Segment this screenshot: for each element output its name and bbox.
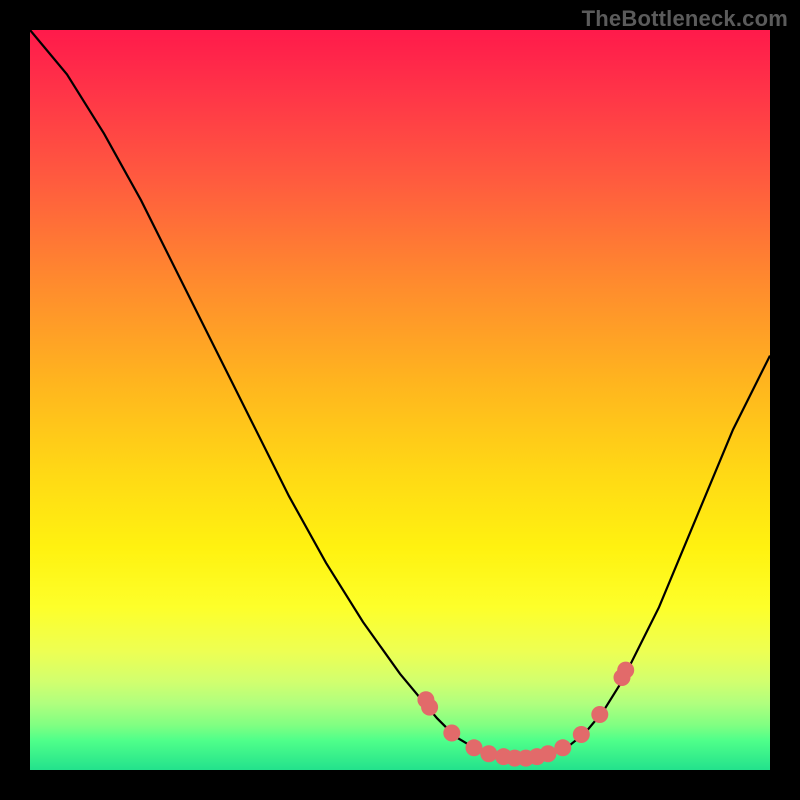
plot-area	[30, 30, 770, 770]
curve-markers	[417, 662, 634, 767]
watermark-text: TheBottleneck.com	[582, 6, 788, 32]
curve-marker	[443, 725, 460, 742]
curve-marker	[421, 699, 438, 716]
bottleneck-curve-svg	[30, 30, 770, 770]
curve-marker	[554, 739, 571, 756]
chart-frame: TheBottleneck.com	[0, 0, 800, 800]
curve-marker	[540, 745, 557, 762]
curve-marker	[480, 745, 497, 762]
curve-line	[30, 30, 770, 759]
curve-marker	[466, 739, 483, 756]
curve-marker	[573, 726, 590, 743]
curve-marker	[617, 662, 634, 679]
curve-marker	[591, 706, 608, 723]
